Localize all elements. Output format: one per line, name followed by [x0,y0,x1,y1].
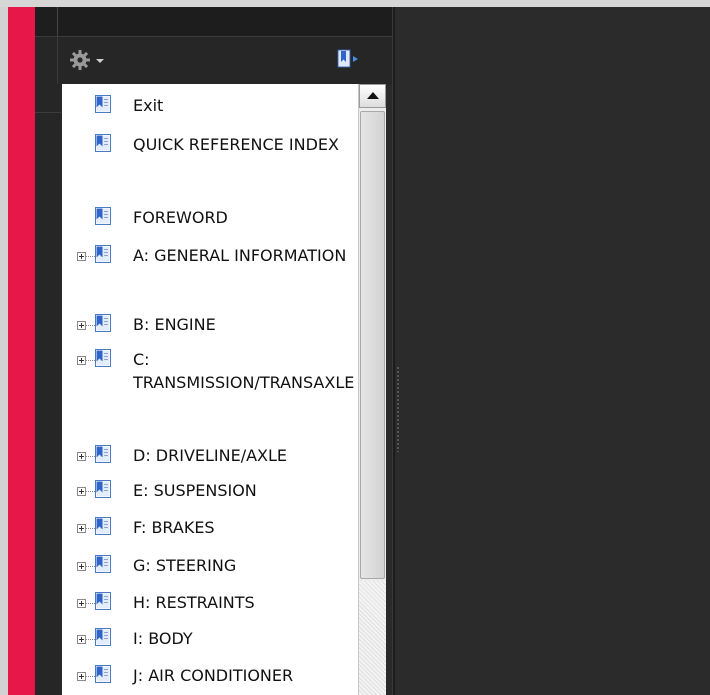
panel-splitter[interactable] [392,7,395,695]
tree-connector [86,256,95,257]
bookmark-item[interactable]: FOREWORD [62,196,358,228]
bookmark-icon [95,445,111,463]
bookmark-label: J: AIR CONDITIONER [133,666,294,685]
tree-connector [86,676,95,677]
splitter-grip[interactable] [396,366,400,452]
expand-plus-icon[interactable] [77,672,86,681]
bookmark-item[interactable]: E: SUSPENSION [62,469,358,501]
expand-plus-icon[interactable] [77,452,86,461]
bookmark-item[interactable]: B: ENGINE [62,303,358,335]
bookmark-label: I: BODY [133,629,193,648]
bookmark-icon [95,628,111,646]
bookmark-icon [95,134,111,152]
bookmark-label: B: ENGINE [133,315,216,334]
scroll-thumb[interactable] [360,111,385,579]
bookmark-label: D: DRIVELINE/AXLE [133,446,288,465]
expand-plus-icon[interactable] [77,635,86,644]
bookmark-icon [95,95,111,113]
bookmark-icon [95,665,111,683]
tree-connector [86,456,95,457]
bookmark-item[interactable]: G: STEERING [62,544,358,576]
bookmark-item[interactable]: I: BODY [62,617,358,649]
bookmark-label: E: SUSPENSION [133,481,257,500]
accent-strip [8,7,35,695]
bookmark-item[interactable]: C: TRANSMISSION/TRANSAXLE [62,338,358,392]
bookmark-label: FOREWORD [133,208,228,227]
expand-plus-icon[interactable] [77,599,86,608]
bookmark-label: C: TRANSMISSION/TRANSAXLE [133,350,355,392]
bookmark-label: G: STEERING [133,556,237,575]
bookmark-item[interactable]: A: GENERAL INFORMATION [62,234,358,266]
expand-plus-icon[interactable] [77,524,86,533]
bookmark-tree: Exit QUICK REFERENCE INDEX FOREWORD A: GENE… [62,84,358,695]
bookmark-item[interactable]: Exit [62,84,358,116]
bookmark-icon [95,592,111,610]
bookmark-icon [95,480,111,498]
expand-plus-icon[interactable] [77,321,86,330]
bookmark-label: H: RESTRAINTS [133,593,255,612]
bookmarks-toolbar [57,37,393,84]
rail-divider [35,112,61,113]
bookmark-icon [95,555,111,573]
bookmark-icon [95,314,111,332]
chevron-down-icon[interactable] [96,59,104,63]
gear-icon[interactable] [68,48,92,72]
bookmark-label: F: BRAKES [133,518,215,537]
tree-connector [86,603,95,604]
bookmark-icon [95,245,111,263]
expand-plus-icon[interactable] [77,487,86,496]
bookmark-icon [95,349,111,367]
tree-connector [86,566,95,567]
tree-connector [86,491,95,492]
expand-plus-icon[interactable] [77,252,86,261]
window-left-edge [0,7,8,695]
bookmark-icon [95,517,111,535]
bookmark-label: QUICK REFERENCE INDEX [133,135,339,154]
expand-plus-icon[interactable] [77,562,86,571]
bookmark-item[interactable]: F: BRAKES [62,506,358,538]
tree-connector [86,639,95,640]
bookmark-label: Exit [133,96,164,115]
bookmark-icon [95,207,111,225]
scroll-track[interactable] [359,581,386,695]
vertical-scrollbar[interactable] [358,84,386,695]
tree-connector [86,528,95,529]
navigation-rail [35,7,61,695]
bookmark-item[interactable]: D: DRIVELINE/AXLE [62,434,358,466]
bookmark-item[interactable]: J: AIR CONDITIONER [62,654,358,686]
bookmark-item[interactable]: H: RESTRAINTS [62,581,358,613]
document-area [396,7,710,695]
tree-connector [86,360,95,361]
bookmark-expand-icon[interactable] [336,48,368,70]
bookmarks-panel-header [57,7,393,37]
expand-plus-icon[interactable] [77,356,86,365]
window-top-edge [0,0,710,7]
bookmark-label: A: GENERAL INFORMATION [133,246,347,265]
bookmark-item[interactable]: QUICK REFERENCE INDEX [62,123,358,155]
scroll-up-button[interactable] [359,84,386,108]
tree-connector [86,325,95,326]
